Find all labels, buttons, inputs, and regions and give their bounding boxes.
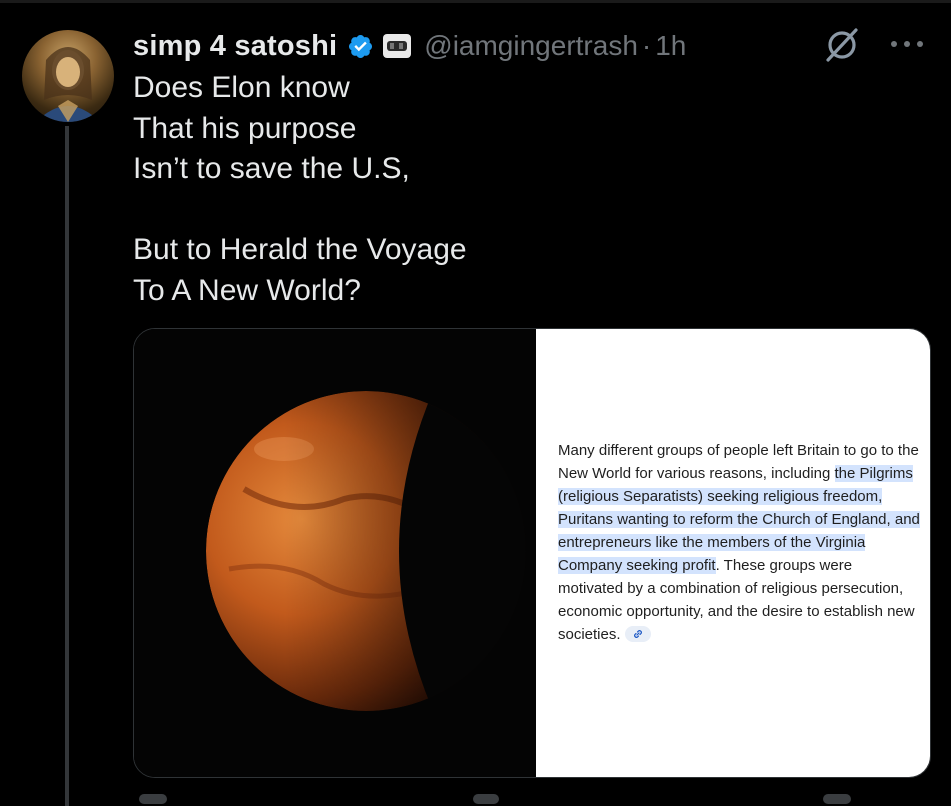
tweet-text-line xyxy=(133,190,913,231)
tweet-text: Does Elon know That his purpose Isn’t to… xyxy=(133,68,913,311)
thread-line xyxy=(65,126,69,806)
grok-icon[interactable] xyxy=(824,26,860,64)
tweet-text-line: Does Elon know xyxy=(133,71,350,104)
tweet-text-line: But to Herald the Voyage xyxy=(133,233,467,266)
timestamp[interactable]: 1h xyxy=(655,30,686,62)
tweet-header: simp 4 satoshi @iamgingertrash · 1h xyxy=(133,26,686,66)
retweet-icon[interactable] xyxy=(473,794,499,804)
link-chip-icon[interactable] xyxy=(624,626,651,642)
display-name[interactable]: simp 4 satoshi xyxy=(133,30,337,63)
top-divider xyxy=(0,0,951,3)
avatar-image xyxy=(36,47,100,122)
verified-badge-icon xyxy=(347,33,374,60)
reply-icon[interactable] xyxy=(139,794,167,804)
mars-image[interactable] xyxy=(134,329,536,777)
tweet-text-line: Isn’t to save the U.S, xyxy=(133,152,410,185)
ai-answer-screenshot[interactable]: Many different groups of people left Bri… xyxy=(536,329,930,777)
action-bar xyxy=(133,788,929,804)
avatar[interactable] xyxy=(22,30,114,122)
separator-dot: · xyxy=(641,30,652,61)
tweet-text-line: That his purpose xyxy=(133,111,357,145)
tweet-text-line: To A New World? xyxy=(133,273,361,307)
affiliate-badge-icon[interactable] xyxy=(382,33,412,59)
handle[interactable]: @iamgingertrash xyxy=(424,30,638,62)
ai-answer-text: Many different groups of people left Bri… xyxy=(558,439,920,646)
bookmark-icon[interactable] xyxy=(823,794,851,804)
more-icon[interactable] xyxy=(887,36,927,52)
media-grid: Many different groups of people left Bri… xyxy=(133,328,931,778)
